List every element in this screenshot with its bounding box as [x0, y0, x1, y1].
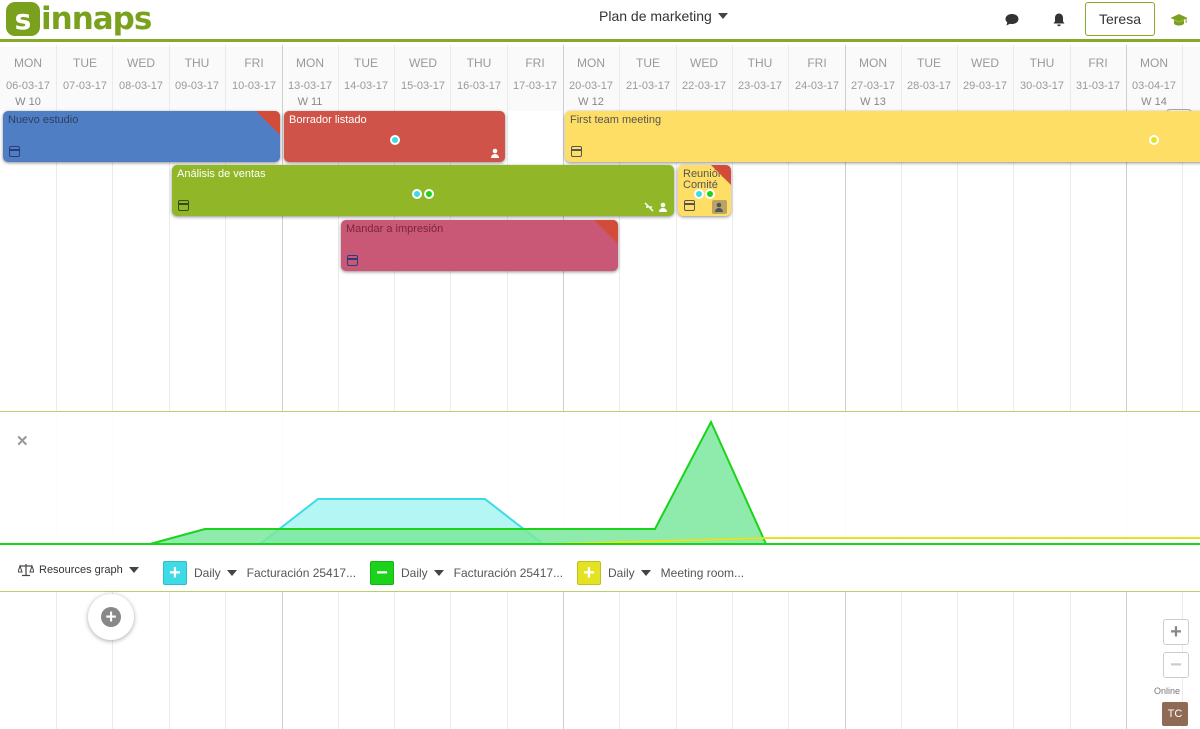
day-header: TUE 21-03-17	[625, 56, 671, 92]
avatar[interactable]: TC	[1162, 702, 1188, 726]
resource-label: Facturación 25417...	[246, 566, 357, 580]
period-select[interactable]: Daily	[194, 566, 221, 580]
project-selector[interactable]: Plan de marketing	[599, 8, 728, 24]
day-header: FRI 24-03-17	[794, 56, 840, 92]
online-status: Online	[1154, 686, 1181, 696]
calendar-icon[interactable]	[347, 255, 358, 266]
unlink-icon[interactable]	[644, 202, 654, 212]
add-icon[interactable]: +	[577, 561, 601, 585]
period-select[interactable]: Daily	[608, 566, 635, 580]
zoom-out-button[interactable]: −	[1163, 652, 1189, 678]
day-header: WED 15-03-17	[400, 56, 446, 92]
task-corner-flag	[594, 220, 618, 244]
task-bar[interactable]: Mandar a impresión	[341, 220, 618, 271]
task-name: Mandar a impresión	[346, 223, 444, 235]
chevron-down-icon	[717, 13, 728, 19]
zoom-in-button[interactable]: +	[1163, 619, 1189, 645]
day-header: TUE 07-03-17	[62, 56, 108, 92]
day-header: FRI 17-03-17	[512, 56, 558, 92]
day-header: TUE 28-03-17	[906, 56, 952, 92]
resource-legend-bar: Resources graph + Daily Facturación 2541…	[0, 549, 1200, 591]
gantt-calendar: MON 06-03-17 W 10 TUE 07-03-17 WED 08-03-17 …	[0, 45, 1200, 729]
project-name: Plan de marketing	[599, 8, 712, 24]
task-bar[interactable]: Borrador listado	[284, 111, 505, 162]
person-badge[interactable]	[712, 200, 727, 214]
person-icon	[715, 202, 723, 212]
task-corner-flag	[711, 165, 731, 185]
person-icon[interactable]	[490, 148, 500, 158]
resources-graph-label: Resources graph	[39, 564, 123, 576]
day-header: WED 22-03-17	[681, 56, 727, 92]
day-header: FRI 31-03-17	[1075, 56, 1121, 92]
task-name: Nuevo estudio	[8, 114, 79, 126]
graduation-cap-icon[interactable]	[1170, 12, 1188, 28]
task-bar[interactable]: Análisis de ventas	[172, 165, 674, 216]
day-header: WED 29-03-17	[962, 56, 1008, 92]
calendar-icon[interactable]	[684, 200, 695, 211]
add-icon: +	[101, 607, 121, 627]
task-bar[interactable]: Reunión Comité	[678, 165, 731, 216]
person-icon[interactable]	[658, 202, 668, 212]
day-header: MON 20-03-17 W 12	[568, 56, 614, 108]
day-header: MON 03-04-17 W 14	[1131, 56, 1177, 108]
task-name: Análisis de ventas	[177, 168, 266, 180]
app-logo[interactable]: s innaps	[6, 1, 152, 37]
day-header: TUE 14-03-17	[343, 56, 389, 92]
remove-icon[interactable]: −	[370, 561, 394, 585]
calendar-icon[interactable]	[571, 146, 582, 157]
day-header: MON 27-03-17 W 13	[850, 56, 896, 108]
top-bar: s innaps Plan de marketing Teresa	[0, 0, 1200, 42]
task-corner-flag	[256, 111, 280, 135]
user-menu-button[interactable]: Teresa	[1085, 2, 1155, 36]
divider	[0, 591, 1200, 592]
logo-text: innaps	[41, 1, 152, 37]
resource-filter[interactable]: + Daily Meeting room...	[577, 561, 744, 585]
bell-icon[interactable]	[1051, 12, 1067, 28]
chevron-down-icon[interactable]	[640, 570, 651, 576]
day-header: MON 06-03-17 W 10	[5, 56, 51, 108]
day-header: THU 09-03-17	[174, 56, 220, 92]
chat-icon[interactable]	[1004, 12, 1020, 28]
day-header: WED 08-03-17	[118, 56, 164, 92]
logo-mark: s	[6, 2, 40, 36]
resource-filter[interactable]: + Daily Facturación 25417...	[163, 561, 356, 585]
chevron-down-icon	[128, 567, 139, 573]
calendar-icon[interactable]	[178, 200, 189, 211]
resource-dot[interactable]	[424, 189, 434, 199]
day-header: THU 30-03-17	[1019, 56, 1065, 92]
calendar-icon[interactable]	[9, 146, 20, 157]
add-task-button[interactable]: +	[88, 594, 134, 640]
chevron-down-icon[interactable]	[226, 570, 237, 576]
day-header: FRI 10-03-17	[231, 56, 277, 92]
resources-graph-toggle[interactable]: Resources graph	[18, 563, 139, 577]
resource-filter[interactable]: − Daily Facturación 25417...	[370, 561, 563, 585]
day-header: THU 16-03-17	[456, 56, 502, 92]
resource-label: Meeting room...	[660, 566, 745, 580]
task-bar[interactable]: First team meeting	[565, 111, 1200, 162]
add-icon[interactable]: +	[163, 561, 187, 585]
task-bar[interactable]: Nuevo estudio	[3, 111, 280, 162]
resource-label: Facturación 25417...	[453, 566, 564, 580]
task-name: Borrador listado	[289, 114, 367, 126]
resource-dot[interactable]	[1149, 135, 1159, 145]
scale-icon	[18, 564, 34, 577]
resource-dot[interactable]	[705, 189, 715, 199]
task-name: First team meeting	[570, 114, 662, 126]
chevron-down-icon[interactable]	[433, 570, 444, 576]
resource-dot[interactable]	[390, 135, 400, 145]
resource-dot[interactable]	[412, 189, 422, 199]
day-header: THU 23-03-17	[737, 56, 783, 92]
day-header: MON 13-03-17 W 11	[287, 56, 333, 108]
resource-dot[interactable]	[694, 189, 704, 199]
period-select[interactable]: Daily	[401, 566, 428, 580]
